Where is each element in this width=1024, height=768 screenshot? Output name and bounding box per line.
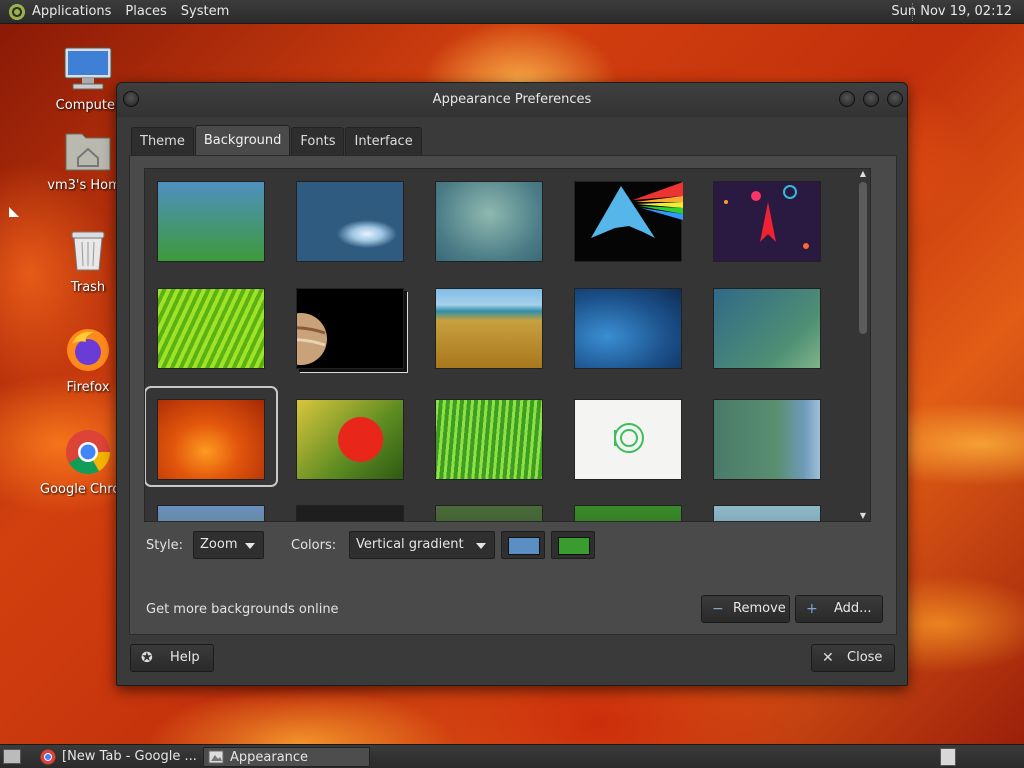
wallpaper-thumb[interactable] [157, 505, 265, 521]
dialog-titlebar[interactable]: Appearance Preferences [117, 83, 907, 117]
primary-color-swatch [508, 537, 540, 555]
firefox-icon [67, 329, 109, 371]
remove-button[interactable]: − Remove [701, 595, 790, 623]
close-window-icon[interactable] [887, 91, 903, 107]
wallpaper-thumb[interactable] [574, 181, 683, 262]
close-button-label: Close [847, 650, 883, 665]
style-label: Style: [146, 538, 184, 553]
wallpaper-thumb[interactable] [713, 181, 821, 262]
scroll-down-arrow-icon[interactable]: ▼ [858, 512, 868, 520]
colors-label: Colors: [291, 538, 337, 553]
show-desktop-icon[interactable] [3, 749, 21, 764]
top-panel: Applications Places System Sun Nov 19, 0… [0, 0, 1024, 24]
wallpaper-thumb[interactable] [157, 399, 265, 480]
remove-button-label: Remove [733, 601, 786, 616]
add-button-label: Add... [834, 601, 872, 616]
secondary-color-button[interactable] [551, 531, 595, 559]
help-button-label: Help [170, 650, 200, 665]
taskbar-item-label: [New Tab - Google ... [62, 749, 197, 764]
wallpaper-gallery[interactable] [144, 168, 871, 522]
dropdown-arrow-icon [476, 543, 486, 549]
wallpaper-thumb[interactable] [574, 505, 682, 521]
wallpaper-thumb[interactable] [296, 181, 404, 262]
primary-color-button[interactable] [501, 531, 545, 559]
colors-dropdown[interactable]: Vertical gradient [349, 531, 495, 559]
get-more-backgrounds-link[interactable]: Get more backgrounds online [146, 602, 339, 617]
wallpaper-thumb[interactable] [435, 288, 543, 369]
clock[interactable]: Sun Nov 19, 02:12 [891, 4, 1012, 19]
home-folder-icon [65, 133, 111, 171]
style-dropdown-value: Zoom [200, 537, 238, 552]
wallpaper-thumb[interactable] [157, 181, 265, 262]
trash-icon [71, 231, 105, 271]
wallpaper-thumb[interactable] [713, 288, 821, 369]
menu-applications[interactable]: Applications [32, 4, 119, 19]
menu-places[interactable]: Places [119, 4, 174, 19]
window-menu-icon[interactable] [123, 91, 139, 107]
distro-logo-icon[interactable] [8, 2, 26, 21]
chrome-icon [66, 430, 110, 474]
background-tab-panel: ▲ ▼ Style: Zoom Colors: Vertical gradien… [129, 155, 897, 635]
tab-bar: Theme Background Fonts Interface [131, 125, 423, 155]
dialog-title: Appearance Preferences [432, 92, 592, 107]
wallpaper-thumb[interactable] [157, 288, 265, 369]
wallpaper-thumb[interactable] [296, 399, 404, 480]
computer-icon [64, 47, 112, 90]
plus-icon: + [806, 601, 818, 617]
dropdown-arrow-icon [245, 543, 255, 549]
minus-icon: − [712, 601, 724, 617]
taskbar-item-chrome[interactable]: [New Tab - Google ... [36, 747, 200, 767]
wallpaper-thumb[interactable] [296, 505, 404, 521]
taskbar-item-label: Appearance Prefere... [230, 750, 309, 765]
maximize-icon[interactable] [863, 91, 879, 107]
minimize-icon[interactable] [839, 91, 855, 107]
tab-fonts[interactable]: Fonts [291, 127, 345, 155]
close-button[interactable]: ✕ Close [811, 644, 895, 672]
wallpaper-thumb[interactable] [713, 399, 821, 480]
wallpaper-thumb[interactable] [435, 181, 543, 262]
taskbar-item-appearance[interactable]: Appearance Prefere... [203, 747, 370, 767]
scroll-up-arrow-icon[interactable]: ▲ [858, 170, 868, 178]
bottom-taskbar: [New Tab - Google ... Appearance Prefere… [0, 744, 1024, 768]
wallpaper-thumb[interactable] [435, 505, 543, 521]
colors-dropdown-value: Vertical gradient [356, 537, 464, 552]
menu-system[interactable]: System [175, 4, 237, 19]
tab-background[interactable]: Background [194, 125, 291, 155]
appearance-icon [208, 750, 224, 764]
add-button[interactable]: + Add... [795, 595, 883, 623]
wallpaper-thumb[interactable] [435, 399, 543, 480]
close-icon: ✕ [822, 650, 834, 666]
wallpaper-thumb[interactable] [713, 505, 821, 521]
help-lifebuoy-icon: ✪ [141, 650, 153, 666]
scrollbar-thumb[interactable] [859, 182, 867, 334]
help-button[interactable]: ✪ Help [130, 644, 214, 672]
secondary-color-swatch [558, 537, 590, 555]
style-dropdown[interactable]: Zoom [193, 531, 264, 559]
appearance-preferences-dialog: Appearance Preferences Theme Background … [116, 82, 908, 686]
gallery-scrollbar[interactable]: ▲ ▼ [855, 168, 869, 522]
wallpaper-thumb[interactable] [574, 288, 682, 369]
wallpaper-thumb[interactable] [275, 288, 404, 369]
wallpaper-thumb[interactable] [574, 399, 682, 480]
workspace-switcher[interactable] [940, 748, 956, 766]
tab-theme[interactable]: Theme [131, 127, 194, 155]
chrome-icon [40, 749, 56, 765]
tab-interface[interactable]: Interface [345, 127, 422, 155]
